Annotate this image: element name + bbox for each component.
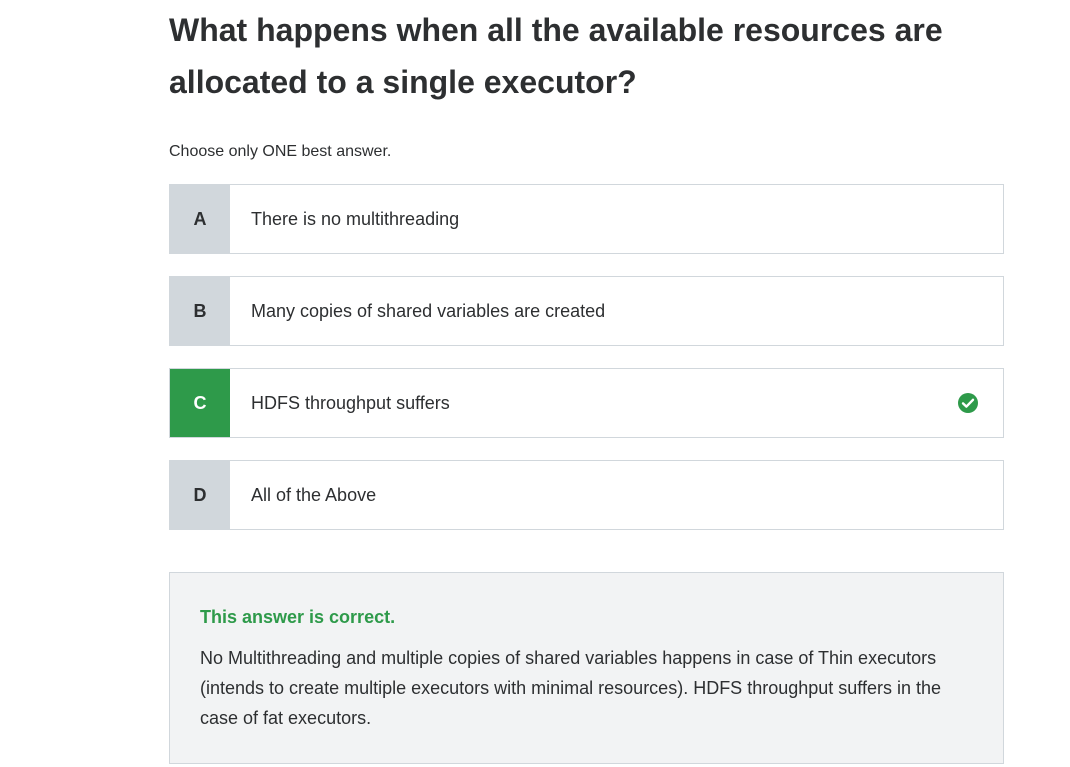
option-text: There is no multithreading [251,208,460,229]
check-circle-icon [933,369,1003,437]
answer-instruction: Choose only ONE best answer. [169,143,392,160]
option-text: Many copies of shared variables are crea… [251,300,606,321]
option-letter: C [170,369,230,437]
quiz-page: What happens when all the available reso… [0,0,1070,767]
option-text: HDFS throughput suffers [251,392,450,413]
option-letter: B [170,277,230,345]
answer-option-d[interactable]: D All of the Above [169,460,1004,530]
answer-option-b[interactable]: B Many copies of shared variables are cr… [169,276,1004,346]
feedback-explanation: No Multithreading and multiple copies of… [200,648,941,728]
option-letter: D [170,461,230,529]
feedback-title: This answer is correct. [200,607,396,627]
feedback-panel: This answer is correct. No Multithreadin… [169,572,1004,764]
answer-option-c[interactable]: C HDFS throughput suffers [169,368,1004,438]
option-text: All of the Above [251,484,377,505]
option-letter: A [170,185,230,253]
question-title: What happens when all the available reso… [169,12,943,100]
answer-options: A There is no multithreading B Many copi… [169,184,1004,552]
answer-option-a[interactable]: A There is no multithreading [169,184,1004,254]
